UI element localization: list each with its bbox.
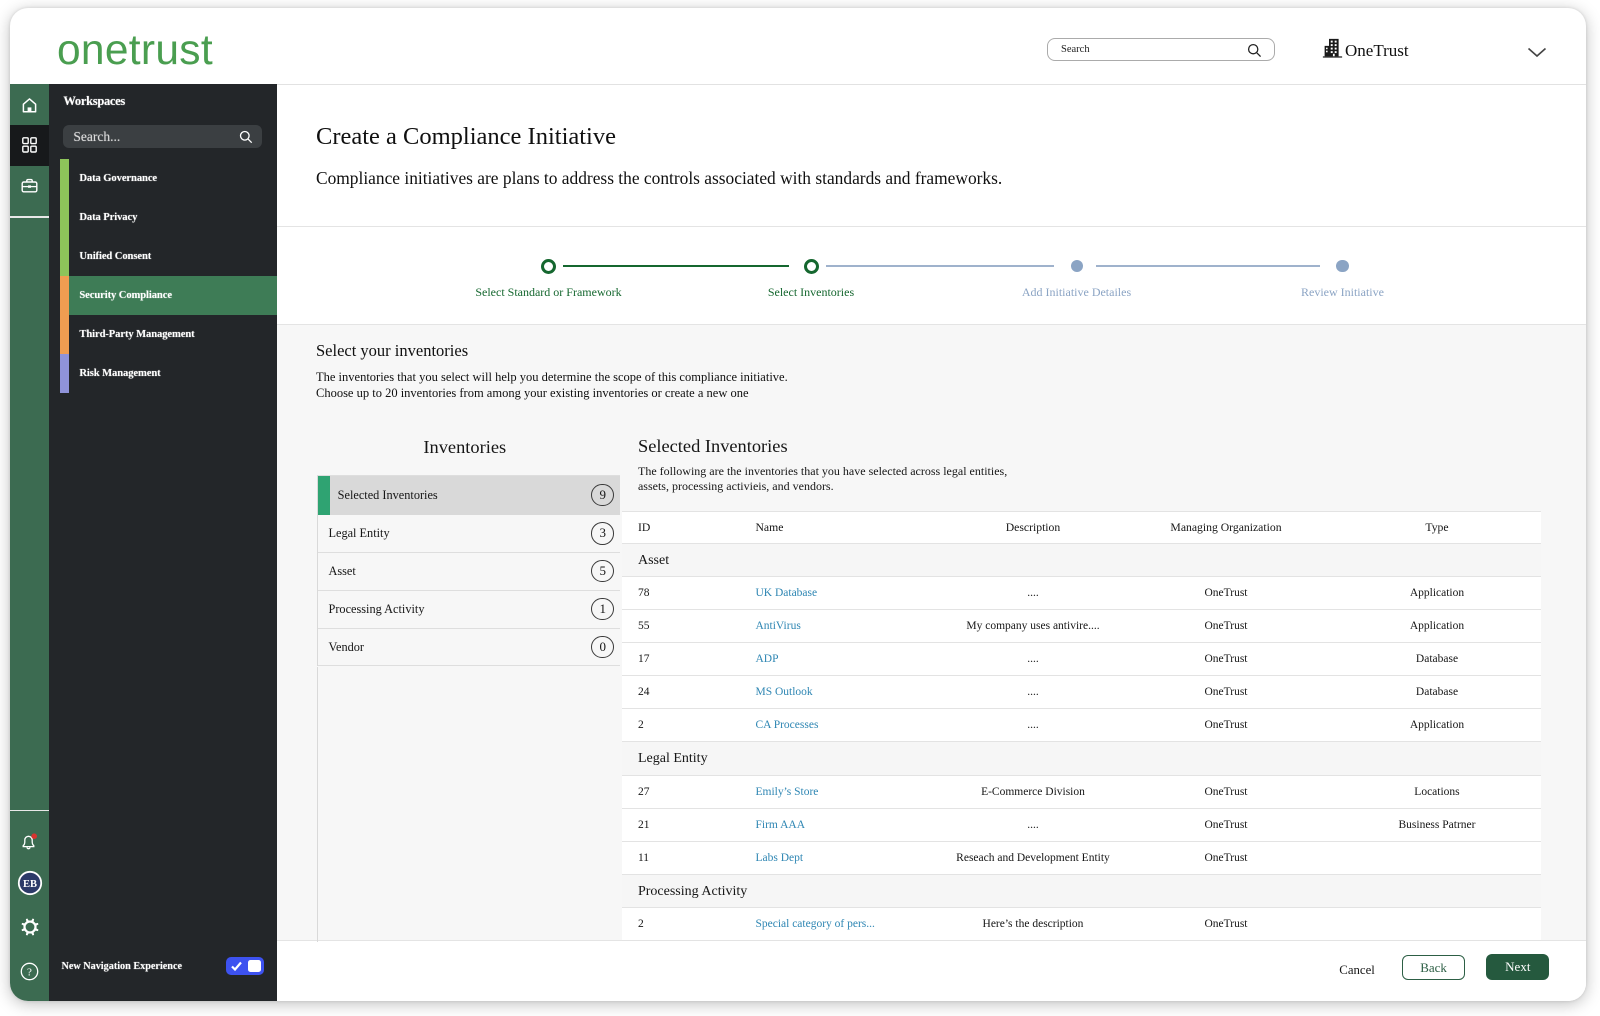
svg-text:?: ? [27,966,32,978]
svg-text:EB: EB [23,879,37,890]
